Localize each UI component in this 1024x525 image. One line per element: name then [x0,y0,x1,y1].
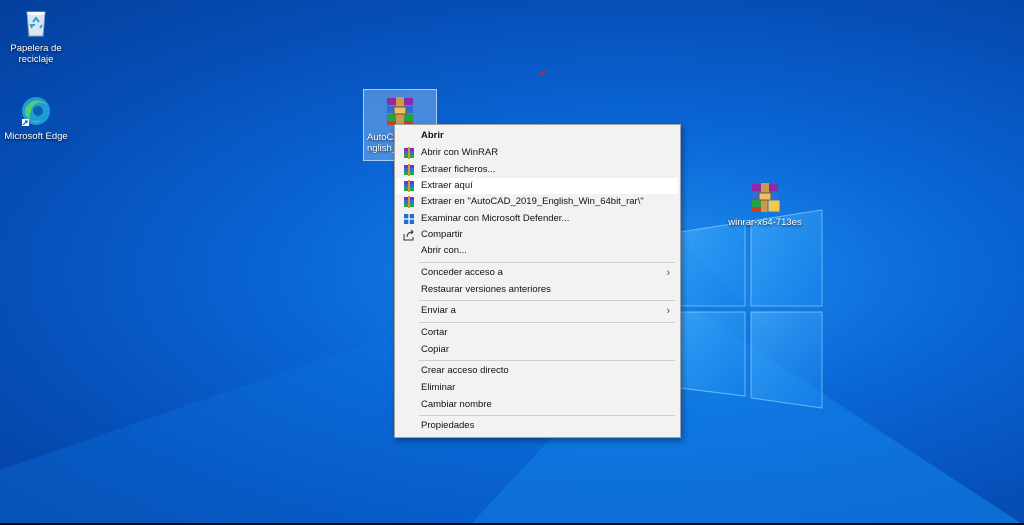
menu-item-label: Compartir [421,229,463,240]
winrar-icon [404,164,414,176]
winrar-icon [404,147,414,159]
menu-item-label: Abrir [421,130,444,141]
menu-item-extraer-ficheros[interactable]: Extraer ficheros... [397,162,678,178]
menu-item-abrir[interactable]: Abrir [397,128,678,144]
menu-item-label: Eliminar [421,382,456,393]
defender-icon [404,214,414,224]
chevron-right-icon: › [666,305,670,317]
winrar-installer-icon [748,180,782,214]
context-menu: Abrir Abrir con WinRAR Extraer ficheros.… [394,124,681,438]
menu-item-copiar[interactable]: Copiar [397,342,678,358]
edge-icon [19,94,53,128]
menu-item-extraer-aqui[interactable]: Extraer aquí [397,178,678,194]
menu-item-enviar-a[interactable]: Enviar a › [397,303,678,319]
menu-item-abrir-con[interactable]: Abrir con... [397,243,678,259]
cursor-mark [540,69,546,75]
menu-item-conceder-acceso[interactable]: Conceder acceso a › [397,265,678,281]
menu-separator [419,415,675,416]
winrar-icon [404,180,414,192]
desktop-icon-winrar-installer[interactable]: winrar-x64-713es [726,180,804,228]
menu-item-cambiar-nombre[interactable]: Cambiar nombre [397,397,678,413]
autocad-archive-label: AutoCA nglish_ [367,132,397,154]
recycle-bin-label: Papelera de reciclaje [10,43,62,65]
menu-item-label: Cortar [421,327,448,338]
menu-item-eliminar[interactable]: Eliminar [397,380,678,396]
menu-item-abrir-con-winrar[interactable]: Abrir con WinRAR [397,145,678,161]
menu-separator [419,300,675,301]
desktop-icon-recycle-bin[interactable]: Papelera de reciclaje [0,6,72,65]
share-icon [403,229,414,241]
menu-item-restaurar-versiones[interactable]: Restaurar versiones anteriores [397,282,678,298]
menu-separator [419,360,675,361]
recycle-bin-icon [19,6,53,40]
menu-item-label: Examinar con Microsoft Defender... [421,213,570,224]
menu-separator [419,262,675,263]
menu-item-label: Extraer aquí [421,180,473,191]
menu-item-cortar[interactable]: Cortar [397,325,678,341]
menu-item-crear-acceso-directo[interactable]: Crear acceso directo [397,363,678,379]
menu-item-compartir[interactable]: Compartir [397,227,678,243]
menu-item-label: Crear acceso directo [421,365,509,376]
desktop-icon-edge[interactable]: Microsoft Edge [0,94,72,142]
menu-item-label: Enviar a [421,305,456,316]
menu-item-extraer-en[interactable]: Extraer en "AutoCAD_2019_English_Win_64b… [397,194,678,210]
menu-item-label: Extraer ficheros... [421,164,496,175]
menu-item-label: Propiedades [421,420,475,431]
winrar-icon [404,196,414,208]
menu-item-propiedades[interactable]: Propiedades [397,418,678,434]
menu-item-label: Conceder acceso a [421,267,503,278]
menu-separator [419,322,675,323]
menu-item-label: Abrir con WinRAR [421,147,499,158]
menu-item-label: Cambiar nombre [421,399,492,410]
menu-item-label: Copiar [421,344,449,355]
menu-item-label: Extraer en "AutoCAD_2019_English_Win_64b… [421,196,644,207]
menu-item-label: Abrir con... [421,245,467,256]
menu-item-examinar-defender[interactable]: Examinar con Microsoft Defender... [397,211,678,227]
edge-label: Microsoft Edge [4,131,68,142]
winrar-installer-label: winrar-x64-713es [728,217,802,228]
chevron-right-icon: › [666,267,670,279]
menu-item-label: Restaurar versiones anteriores [421,284,551,295]
